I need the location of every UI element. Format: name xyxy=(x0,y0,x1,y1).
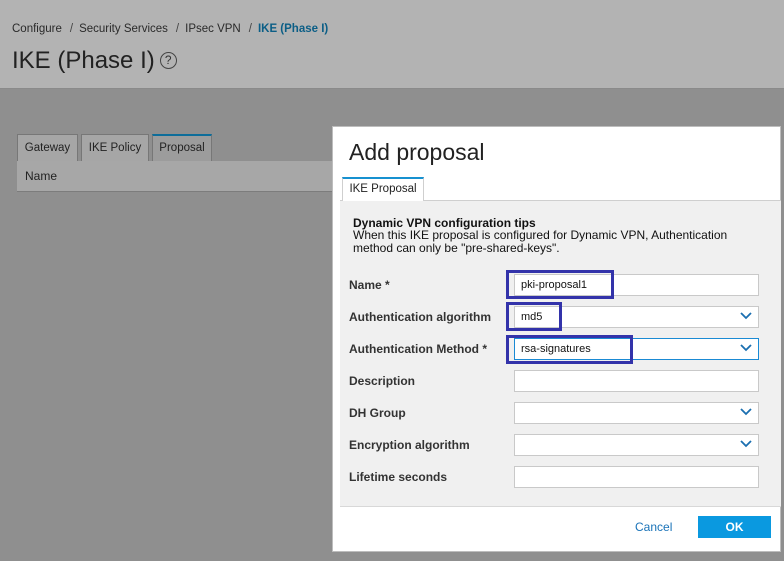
chevron-down-icon xyxy=(740,312,752,320)
dialog-tabbar: IKE Proposal xyxy=(340,177,781,202)
add-proposal-dialog: Add proposal IKE Proposal Dynamic VPN co… xyxy=(332,126,781,552)
table-header: Name xyxy=(17,161,337,192)
name-label: Name * xyxy=(349,278,390,292)
page-title-text: IKE (Phase I) xyxy=(12,47,155,74)
ok-button[interactable]: OK xyxy=(698,516,771,538)
tips-text: When this IKE proposal is configured for… xyxy=(353,228,728,255)
auth-algorithm-select[interactable]: md5 xyxy=(514,306,759,328)
auth-method-value: rsa-signatures xyxy=(521,343,591,355)
chevron-down-icon xyxy=(740,440,752,448)
auth-method-select[interactable]: rsa-signatures xyxy=(514,338,759,360)
encryption-algorithm-label: Encryption algorithm xyxy=(349,438,470,452)
dialog-title: Add proposal xyxy=(349,139,485,165)
tab-ike-policy[interactable]: IKE Policy xyxy=(81,134,149,161)
tab-ike-proposal[interactable]: IKE Proposal xyxy=(342,177,424,202)
breadcrumb-configure[interactable]: Configure xyxy=(12,23,62,35)
description-input[interactable] xyxy=(514,370,759,392)
question-circle-icon[interactable]: ? xyxy=(159,52,177,69)
name-input[interactable]: pki-proposal1 xyxy=(514,274,759,296)
chevron-down-icon xyxy=(740,408,752,416)
dh-group-label: DH Group xyxy=(349,406,406,420)
breadcrumb-security-services[interactable]: Security Services xyxy=(79,23,168,35)
column-name[interactable]: Name xyxy=(25,169,57,183)
breadcrumb: Configure / Security Services / IPsec VPN / IK… xyxy=(12,23,329,35)
cancel-button[interactable]: Cancel xyxy=(635,520,672,534)
auth-algorithm-value: md5 xyxy=(521,311,543,323)
tab-proposal[interactable]: Proposal xyxy=(152,134,212,161)
page-header: Configure / Security Services / IPsec VPN / IK… xyxy=(0,0,784,89)
chevron-down-icon xyxy=(740,344,752,352)
lifetime-seconds-input[interactable] xyxy=(514,466,759,488)
dialog-form: Dynamic VPN configuration tips When this… xyxy=(340,201,781,507)
auth-method-label: Authentication Method * xyxy=(349,342,487,356)
tab-gateway[interactable]: Gateway xyxy=(17,134,78,161)
page-title: IKE (Phase I)? xyxy=(12,47,177,75)
description-label: Description xyxy=(349,374,416,388)
table-body xyxy=(17,192,337,561)
breadcrumb-ipsec-vpn[interactable]: IPsec VPN xyxy=(185,23,241,35)
dh-group-select[interactable] xyxy=(514,402,759,424)
auth-algorithm-label: Authentication algorithm xyxy=(349,310,491,324)
lifetime-seconds-label: Lifetime seconds xyxy=(349,470,448,484)
encryption-algorithm-select[interactable] xyxy=(514,434,759,456)
breadcrumb-current: IKE (Phase I) xyxy=(257,23,329,35)
